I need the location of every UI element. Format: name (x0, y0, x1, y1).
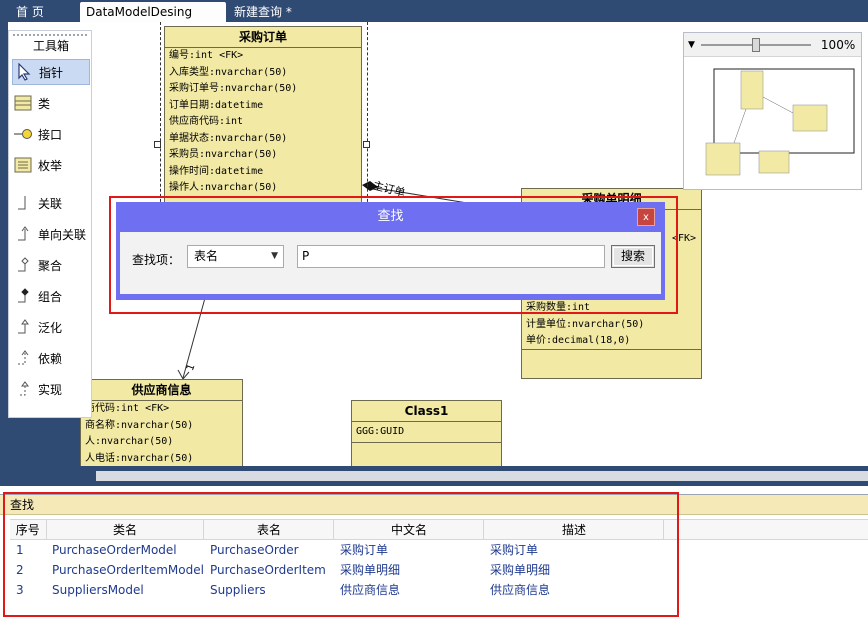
enum-icon (12, 156, 34, 174)
tool-generalization[interactable]: 泛化 (12, 314, 90, 340)
tool-dependency[interactable]: 依赖 (12, 345, 90, 371)
entity-field: 入库类型:nvarchar(50) (169, 66, 288, 78)
dialog-title: 查找 (377, 209, 404, 224)
tool-enum[interactable]: 枚举 (12, 152, 90, 178)
chevron-down-icon[interactable]: ▼ (688, 40, 695, 50)
document-tab-bar: 首 页 DataModelDesing *✕ 新建查询 * (0, 0, 868, 40)
realization-icon (12, 380, 34, 398)
entity-title: 供应商信息 (81, 380, 242, 401)
tool-realization[interactable]: 实现 (12, 376, 90, 402)
tool-label: 组合 (38, 289, 63, 304)
entity-field: 商代码:int <FK> (85, 403, 170, 414)
search-input[interactable]: P (297, 245, 605, 268)
entity-field: 人电话:nvarchar(50) (85, 452, 194, 464)
selection-outline-left (160, 22, 161, 212)
selection-outline-right (367, 22, 368, 212)
generalization-icon (12, 318, 34, 336)
minimap-drawing (705, 68, 855, 176)
zoom-slider-thumb[interactable] (751, 37, 760, 52)
dialog-body: 查找项： 表名 ▼ P 搜索 (120, 232, 661, 294)
tool-label: 聚合 (38, 258, 63, 273)
close-icon[interactable]: x (637, 208, 655, 226)
entity-field: 单价:decimal(18,0) (526, 335, 631, 346)
interface-icon (12, 125, 34, 143)
entity-field: 采购员:nvarchar(50) (169, 149, 278, 160)
entity-field: 采购订单号:nvarchar(50) (169, 83, 298, 94)
tool-label: 枚举 (38, 158, 63, 173)
tool-aggregation[interactable]: 聚合 (12, 252, 90, 278)
zoom-slider[interactable] (700, 37, 811, 53)
tool-label: 泛化 (38, 320, 63, 335)
aggregation-icon (12, 256, 34, 274)
tool-label: 接口 (38, 127, 63, 142)
tool-label: 实现 (38, 382, 63, 397)
toolbox-title: 工具箱 (32, 39, 69, 53)
class-icon (12, 94, 34, 112)
entity-field: 人:nvarchar(50) (85, 436, 174, 447)
tab-new-query[interactable]: 新建查询 * (228, 2, 298, 22)
find-field-select[interactable]: 表名 ▼ (187, 245, 284, 268)
tool-interface[interactable]: 接口 (12, 121, 90, 147)
tool-class[interactable]: 类 (12, 90, 90, 116)
minimap-entity (758, 150, 790, 174)
tab-data-model-design[interactable]: DataModelDesing *✕ (80, 2, 226, 40)
tool-label: 类 (38, 96, 51, 111)
pointer-icon (13, 63, 35, 81)
tool-label: 单向关联 (38, 227, 87, 242)
scrollbar-thumb[interactable] (96, 471, 868, 481)
tool-label: 依赖 (38, 351, 63, 366)
tool-association[interactable]: 关联 (12, 190, 90, 216)
find-dialog: 查找 x 查找项： 表名 ▼ P 搜索 (116, 202, 665, 300)
highlight-box-results (3, 492, 679, 617)
tab-home[interactable]: 首 页 (10, 2, 50, 22)
tab-home-label: 首 页 (16, 5, 44, 19)
find-field-value: 表名 (194, 249, 219, 263)
association-icon (12, 194, 34, 212)
entity-field: 供应商代码:int (169, 116, 244, 127)
entity-divider (352, 442, 501, 443)
overview-minimap[interactable] (684, 57, 861, 189)
tool-composition[interactable]: 组合 (12, 283, 90, 309)
zoom-level: 100% (820, 37, 856, 52)
tool-directed-association[interactable]: 单向关联 (12, 221, 90, 247)
entity-field: 单据状态:nvarchar(50) (169, 132, 288, 144)
overview-toolbar: ▼ 100% (684, 33, 861, 57)
entity-field: 商名称:nvarchar(50) (85, 419, 194, 431)
directed-association-icon (12, 225, 34, 243)
minimap-entity (792, 104, 828, 132)
entity-title: Class1 (352, 401, 501, 422)
toolbox-panel: 工具箱 指针 类 接口 枚举 关联 单向关联 聚合 组合 泛化 依赖 实现 (8, 30, 92, 418)
overview-panel: ▼ 100% (683, 32, 862, 190)
find-field-label: 查找项： (132, 253, 181, 267)
entity-field: 编号:int <FK> (169, 50, 244, 61)
entity-field: 订单日期:datetime (169, 99, 264, 111)
tab-new-query-label: 新建查询 * (234, 5, 292, 19)
entity-field: 操作人:nvarchar(50) (169, 182, 278, 193)
tool-label: 关联 (38, 196, 63, 211)
entity-field: 操作时间:datetime (169, 165, 264, 177)
entity-divider (522, 349, 701, 350)
entity-field: GGG:GUID (356, 426, 405, 437)
search-button[interactable]: 搜索 (611, 245, 655, 268)
minimap-entity (705, 142, 741, 176)
minimap-entity (740, 70, 764, 110)
resize-handle-right[interactable] (363, 141, 370, 148)
horizontal-scrollbar[interactable] (0, 466, 868, 486)
dependency-icon (12, 349, 34, 367)
entity-purchase-order[interactable]: 采购订单 编号:int <FK> 入库类型:nvarchar(50) 采购订单号… (164, 26, 362, 212)
toolbox-grip[interactable] (13, 34, 87, 36)
composition-icon (12, 287, 34, 305)
chevron-down-icon: ▼ (271, 251, 278, 261)
tool-pointer[interactable]: 指针 (12, 59, 90, 85)
entity-field: 计量单位:nvarchar(50) (526, 318, 645, 330)
entity-title: 采购订单 (165, 27, 361, 48)
tool-label: 指针 (39, 65, 64, 80)
resize-handle-left[interactable] (154, 141, 161, 148)
column-header-filler (663, 519, 868, 540)
